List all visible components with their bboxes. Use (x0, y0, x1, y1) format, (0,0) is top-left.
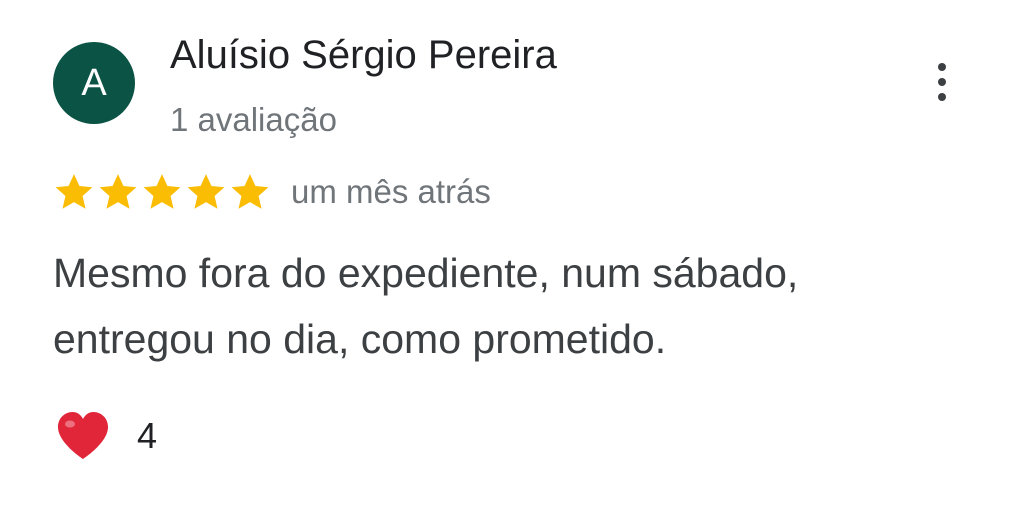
review-time: um mês atrás (291, 173, 491, 210)
star-icon (143, 174, 181, 209)
more-options-button[interactable] (918, 58, 966, 106)
heart-icon (58, 412, 108, 459)
review-text: Mesmo fora do expediente, num sábado, en… (53, 250, 799, 362)
star-icon (187, 174, 225, 209)
reaction-button[interactable]: 4 (56, 408, 157, 464)
star-icon (55, 174, 93, 209)
avatar[interactable]: A (53, 42, 135, 124)
author-name[interactable]: Aluísio Sérgio Pereira (170, 30, 557, 80)
star-icon (231, 174, 269, 209)
star-icon (99, 174, 137, 209)
more-vertical-icon-dot (938, 93, 946, 101)
reaction-count: 4 (137, 415, 158, 456)
more-vertical-icon (938, 63, 946, 71)
avatar-initial: A (81, 62, 107, 104)
author-review-count: 1 avaliação (170, 101, 337, 138)
rating-row: um mês atrás (53, 168, 491, 216)
star-rating (53, 171, 271, 213)
more-vertical-icon-dot (938, 78, 946, 86)
